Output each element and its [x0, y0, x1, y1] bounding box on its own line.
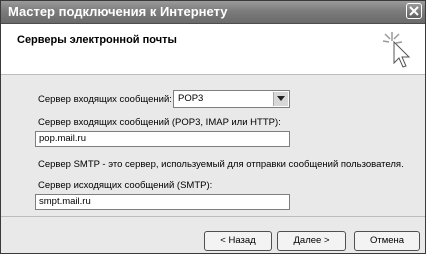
- window-title: Мастер подключения к Интернету: [8, 4, 228, 19]
- outgoing-server-input[interactable]: smpt.mail.ru: [35, 194, 290, 210]
- outgoing-server-label: Сервер исходящих сообщений (SMTP):: [38, 180, 213, 191]
- button-bar: < Назад Далее > Отмена: [1, 216, 425, 254]
- wizard-window: Мастер подключения к Интернету Серверы э…: [0, 0, 426, 254]
- page-title: Серверы электронной почты: [17, 34, 177, 46]
- dropdown-arrow[interactable]: [273, 92, 288, 106]
- wizard-header: Серверы электронной почты: [1, 24, 425, 75]
- next-button[interactable]: Далее >: [277, 231, 346, 251]
- incoming-type-label: Сервер входящих сообщений:: [38, 94, 172, 105]
- back-button[interactable]: < Назад: [204, 231, 272, 251]
- close-icon: [409, 6, 419, 16]
- title-bar[interactable]: Мастер подключения к Интернету: [1, 1, 425, 24]
- wizard-cursor-icon: [382, 32, 411, 68]
- incoming-server-label: Сервер входящих сообщений (POP3, IMAP ил…: [38, 117, 281, 128]
- wizard-content: Сервер входящих сообщений: POP3 Сервер в…: [1, 75, 425, 216]
- cancel-button[interactable]: Отмена: [354, 231, 420, 251]
- close-button[interactable]: [406, 3, 422, 19]
- chevron-down-icon: [277, 96, 285, 101]
- smtp-note: Сервер SMTP - это сервер, используемый д…: [38, 159, 404, 170]
- incoming-server-input[interactable]: pop.mail.ru: [35, 131, 290, 147]
- incoming-type-select[interactable]: POP3: [173, 90, 290, 108]
- incoming-type-value: POP3: [178, 93, 204, 104]
